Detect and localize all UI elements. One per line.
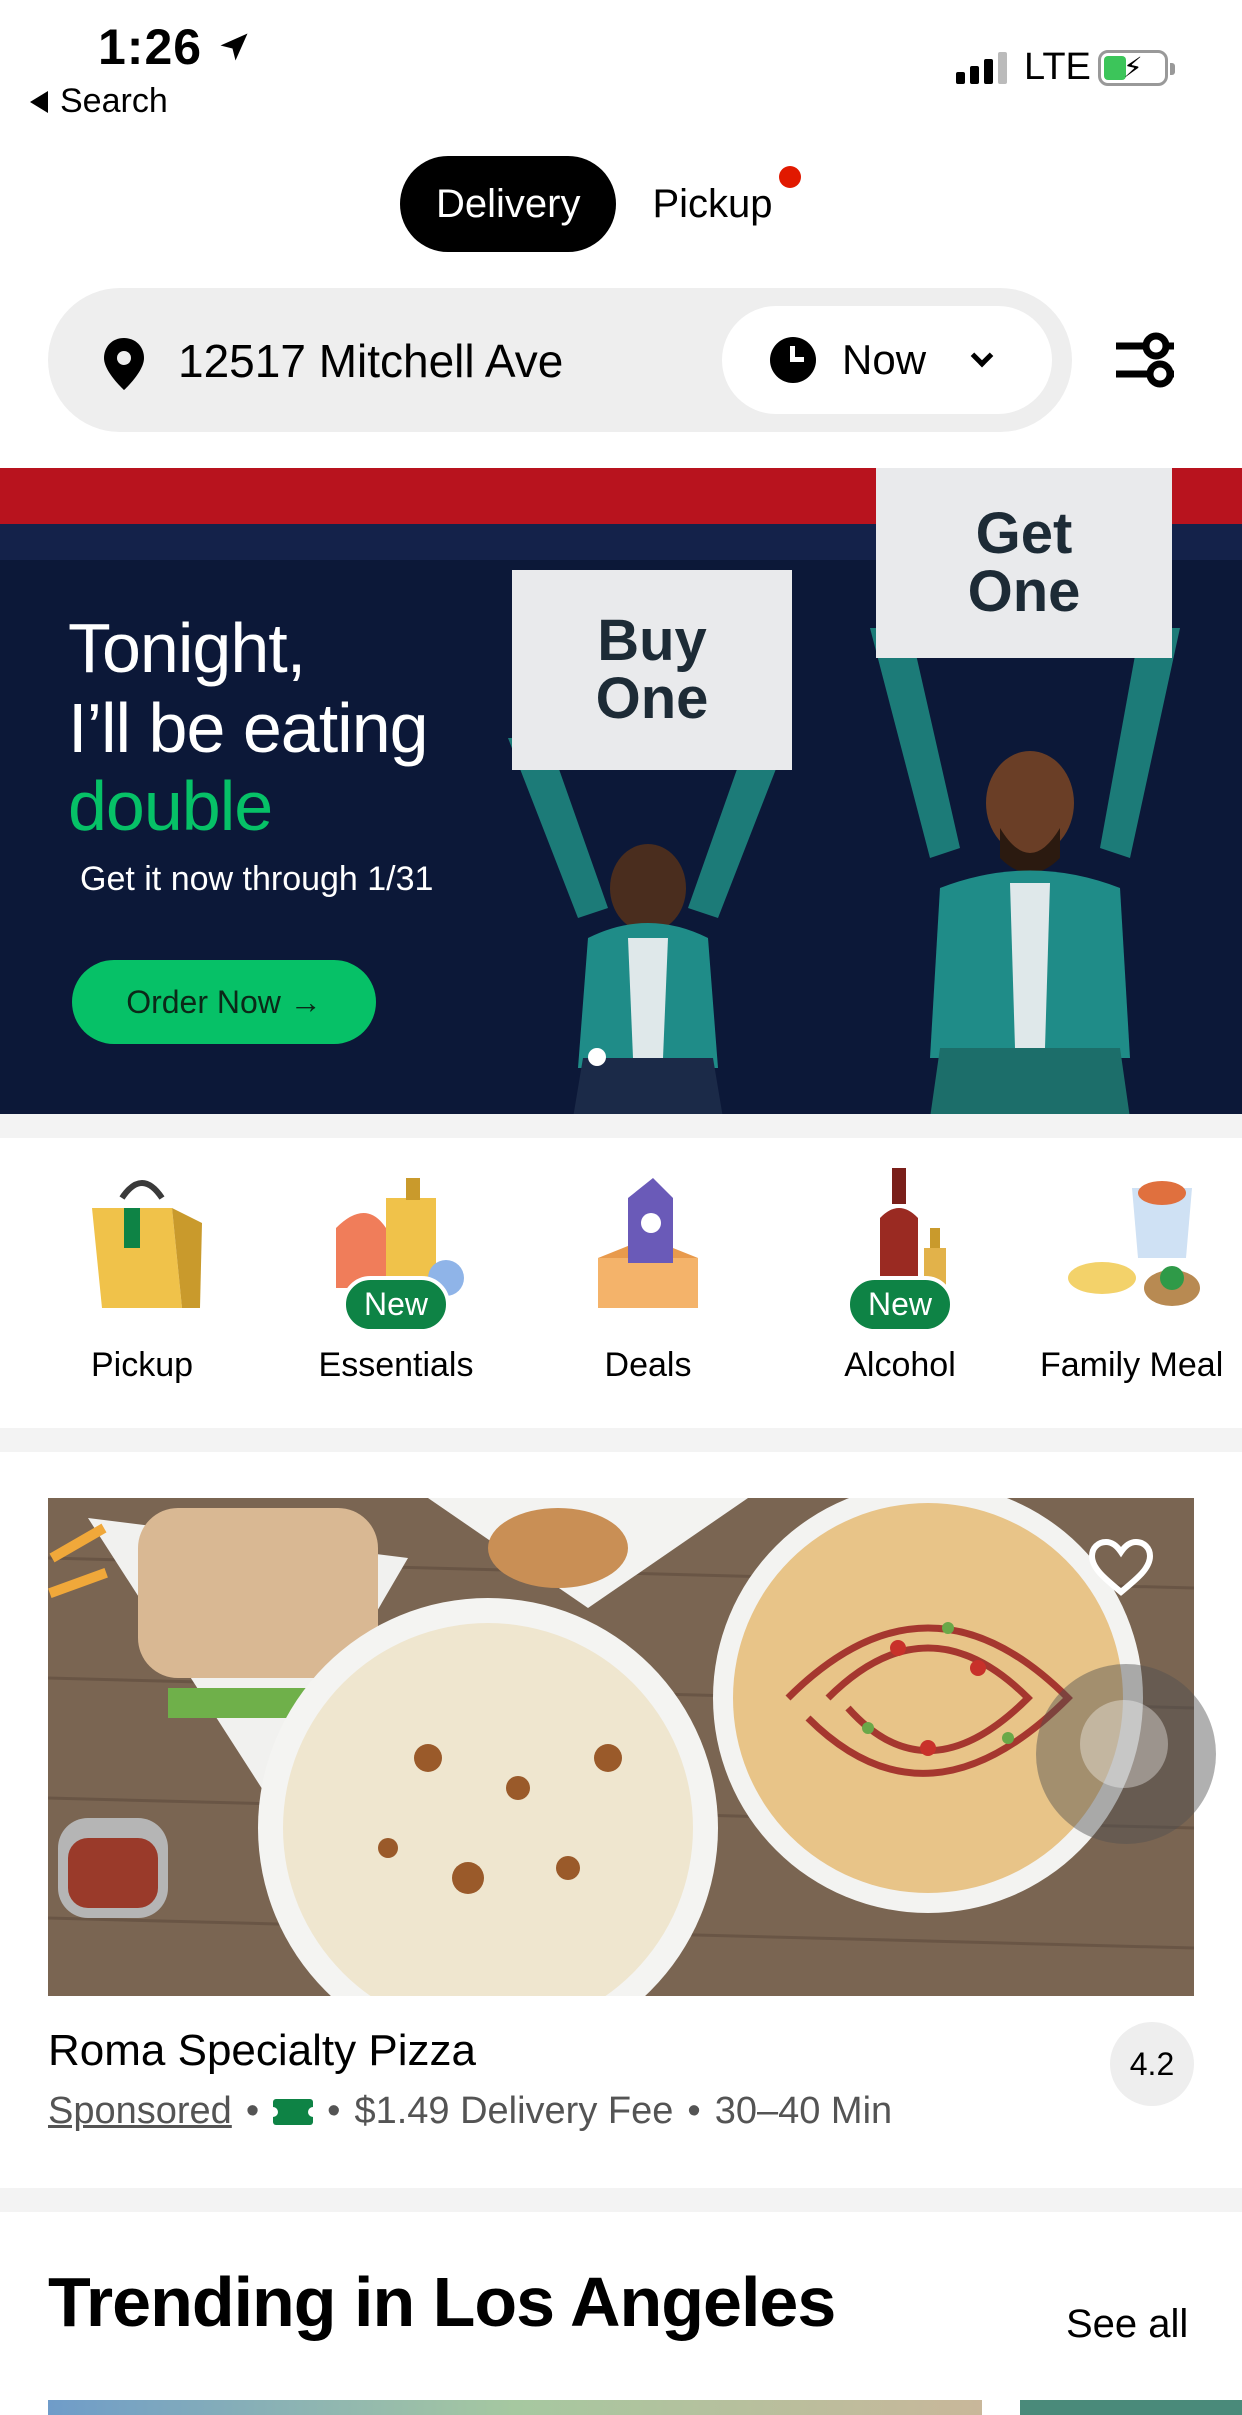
section-title: Trending in Los Angeles [48, 2263, 836, 2341]
sign-left-line2: One [595, 666, 709, 731]
pizza-photo-illustration [48, 1498, 1194, 1996]
meta-separator: • [245, 2090, 260, 2132]
divider [0, 2188, 1242, 2212]
category-alcohol[interactable]: New Alcohol [780, 1138, 1020, 1428]
athlete-illustration-left [508, 738, 788, 1114]
category-family-meal[interactable]: Family Meal [1022, 1138, 1242, 1428]
banner-subtitle: Get it now through 1/31 [80, 860, 434, 898]
see-all-link[interactable]: See all [1066, 2302, 1188, 2347]
carousel-page-indicator[interactable] [588, 1048, 606, 1066]
status-time: 1:26 [98, 18, 252, 76]
sponsored-link[interactable]: Sponsored [48, 2090, 232, 2133]
family-meal-icon [1068, 1181, 1200, 1306]
location-arrow-icon [220, 33, 248, 61]
assistive-touch-button[interactable] [1036, 1664, 1216, 1844]
time-text: 1:26 [98, 19, 203, 75]
ticket-icon [268, 2098, 319, 2125]
banner-headline-2: I’ll be eating [68, 689, 429, 767]
category-label: Alcohol [844, 1346, 956, 1384]
chevron-down-icon [970, 344, 994, 368]
delivery-eta: 30–40 Min [714, 2090, 893, 2132]
delivery-fee: $1.49 Delivery Fee [354, 2090, 674, 2132]
delivery-mode-toggle: Delivery Pickup [400, 156, 801, 252]
location-pin-icon [104, 338, 144, 390]
category-deals[interactable]: Deals [528, 1138, 768, 1428]
divider [0, 1114, 1242, 1138]
athlete-illustration-right [870, 628, 1180, 1114]
address-bar[interactable]: 12517 Mitchell Ave Now [48, 288, 1072, 432]
restaurant-meta: Sponsored • • $1.49 Delivery Fee • 30–40… [48, 2090, 892, 2133]
sign-left-line1: Buy [597, 608, 707, 673]
clock-icon [770, 337, 816, 383]
category-row: Pickup New Essentials Deals New Alcohol [0, 1138, 1242, 1428]
notification-dot [778, 166, 801, 188]
category-pickup[interactable]: Pickup [22, 1138, 262, 1428]
category-label: Deals [604, 1346, 692, 1384]
back-arrow-icon [30, 90, 48, 113]
meta-separator: • [687, 2090, 701, 2132]
schedule-time-label: Now [842, 336, 927, 383]
banner-headline-1: Tonight, [68, 609, 306, 687]
favorite-heart-icon[interactable] [1088, 1538, 1154, 1598]
restaurant-name[interactable]: Roma Specialty Pizza [48, 2026, 476, 2076]
back-label: Search [60, 82, 168, 120]
filter-icon[interactable] [1112, 330, 1178, 390]
deals-tag-icon [598, 1178, 698, 1308]
rating-badge: 4.2 [1110, 2022, 1194, 2106]
sign-right-line1: Get [975, 501, 1073, 566]
pickup-tab[interactable]: Pickup [652, 156, 801, 252]
category-label: Essentials [318, 1346, 474, 1384]
get-one-sign: Get One [876, 468, 1172, 658]
shopping-bag-icon [92, 1180, 202, 1308]
category-essentials[interactable]: New Essentials [276, 1138, 516, 1428]
restaurant-image[interactable] [48, 1498, 1194, 1996]
sign-right-line2: One [967, 559, 1081, 624]
status-bar: 1:26 Search LTE ⚡ [0, 0, 1242, 130]
new-badge: New [341, 1276, 451, 1333]
back-to-search[interactable]: Search [30, 82, 168, 121]
banner-headline-3: double [68, 767, 273, 845]
promo-banner[interactable]: Tonight, I’ll be eating double Get it no… [0, 468, 1242, 1114]
trending-card-image[interactable] [1020, 2400, 1242, 2415]
schedule-time-selector[interactable]: Now [722, 306, 1052, 414]
category-label: Family Meal [1040, 1346, 1224, 1384]
divider [0, 1428, 1242, 1452]
delivery-address: 12517 Mitchell Ave [178, 335, 564, 387]
signal-icon [956, 50, 1007, 84]
category-label: Pickup [90, 1346, 194, 1384]
network-label: LTE [1024, 46, 1091, 88]
battery-icon: ⚡ [1098, 50, 1175, 86]
pickup-tab-label: Pickup [652, 181, 773, 226]
order-now-button[interactable]: Order Now → [72, 960, 376, 1044]
new-badge: New [845, 1276, 955, 1333]
buy-one-sign: Buy One [512, 570, 792, 770]
delivery-tab[interactable]: Delivery [400, 156, 617, 252]
meta-separator: • [327, 2090, 341, 2132]
trending-card-image[interactable] [48, 2400, 982, 2415]
